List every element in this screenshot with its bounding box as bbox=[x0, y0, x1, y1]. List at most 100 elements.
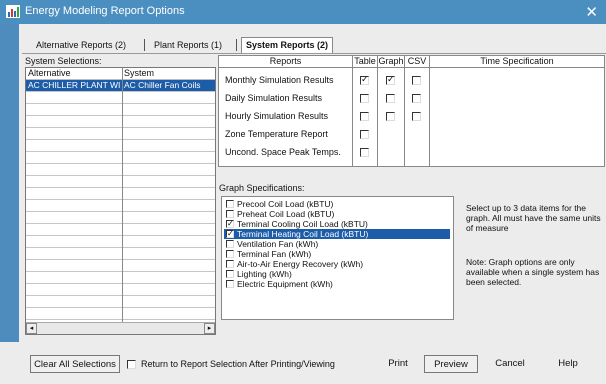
graph-spec-checkbox[interactable] bbox=[226, 270, 234, 278]
list-item[interactable] bbox=[26, 152, 215, 164]
report-row-label: Daily Simulation Results bbox=[225, 93, 323, 103]
reports-grid: Reports Table Graph CSV Time Specificati… bbox=[218, 55, 605, 167]
daily-table-checkbox[interactable] bbox=[360, 94, 369, 103]
list-item[interactable] bbox=[26, 260, 215, 272]
system-cell: AC Chiller Fan Coils bbox=[124, 80, 201, 90]
list-item[interactable] bbox=[26, 212, 215, 224]
report-row-label: Uncond. Space Peak Temps. bbox=[225, 147, 341, 157]
column-header-alternative[interactable]: Alternative bbox=[28, 68, 71, 78]
time-spec-column-header: Time Specification bbox=[480, 56, 554, 66]
daily-csv-checkbox[interactable] bbox=[412, 94, 421, 103]
list-item[interactable] bbox=[26, 284, 215, 296]
cancel-button[interactable]: Cancel bbox=[483, 355, 537, 373]
graph-spec-checkbox[interactable] bbox=[226, 260, 234, 268]
report-options-window: Energy Modeling Report Options ✕ Alterna… bbox=[0, 0, 606, 384]
return-to-report-label: Return to Report Selection After Printin… bbox=[141, 359, 335, 369]
scroll-left-icon[interactable]: ◂ bbox=[26, 323, 37, 334]
tab-system-reports[interactable]: System Reports (2) bbox=[241, 37, 334, 53]
tab-underline bbox=[22, 53, 606, 54]
report-row-label: Monthly Simulation Results bbox=[225, 75, 334, 85]
list-item[interactable] bbox=[26, 104, 215, 116]
column-divider[interactable] bbox=[122, 68, 123, 322]
tab-plant-reports[interactable]: Plant Reports (1) bbox=[154, 38, 222, 52]
csv-column-header: CSV bbox=[407, 56, 427, 66]
tab-alternative-reports[interactable]: Alternative Reports (2) bbox=[36, 38, 126, 52]
close-icon[interactable]: ✕ bbox=[585, 3, 598, 21]
system-selections-list[interactable]: Alternative System AC CHILLER PLANT WI A… bbox=[25, 67, 216, 335]
graph-spec-item[interactable]: ✓ Terminal Cooling Coil Load (kBTU) bbox=[224, 219, 450, 229]
list-item[interactable] bbox=[26, 296, 215, 308]
tab-separator bbox=[236, 39, 237, 51]
help-button[interactable]: Help bbox=[541, 355, 595, 373]
list-item[interactable] bbox=[26, 224, 215, 236]
preview-button[interactable]: Preview bbox=[424, 355, 478, 373]
grid-divider bbox=[404, 56, 405, 166]
reports-column-header: Reports bbox=[269, 56, 302, 66]
report-row-label: Hourly Simulation Results bbox=[225, 111, 329, 121]
graph-spec-checkbox[interactable]: ✓ bbox=[226, 230, 234, 238]
list-item[interactable] bbox=[26, 140, 215, 152]
list-item[interactable] bbox=[26, 248, 215, 260]
graph-spec-item[interactable]: Preheat Coil Load (kBTU) bbox=[224, 209, 450, 219]
column-header-system[interactable]: System bbox=[124, 68, 154, 78]
list-item[interactable] bbox=[26, 128, 215, 140]
graph-spec-checkbox[interactable] bbox=[226, 280, 234, 288]
window-title: Energy Modeling Report Options bbox=[25, 5, 185, 17]
hourly-csv-checkbox[interactable] bbox=[412, 112, 421, 121]
return-to-report-checkbox[interactable] bbox=[127, 360, 136, 369]
monthly-table-checkbox[interactable]: ✓ bbox=[360, 76, 369, 85]
left-sidebar bbox=[0, 24, 19, 342]
list-item[interactable] bbox=[26, 164, 215, 176]
graph-spec-checkbox[interactable]: ✓ bbox=[226, 220, 234, 228]
graph-spec-item[interactable]: Terminal Fan (kWh) bbox=[224, 249, 450, 259]
report-row-label: Zone Temperature Report bbox=[225, 129, 328, 139]
list-item[interactable] bbox=[26, 176, 215, 188]
graph-help-text: Select up to 3 data items for the graph.… bbox=[466, 203, 601, 233]
graph-spec-item[interactable]: Lighting (kWh) bbox=[224, 269, 450, 279]
list-item[interactable] bbox=[26, 200, 215, 212]
list-item[interactable] bbox=[26, 272, 215, 284]
graph-spec-item[interactable]: Ventilation Fan (kWh) bbox=[224, 239, 450, 249]
clear-all-button[interactable]: Clear All Selections bbox=[30, 355, 120, 373]
footer-bar: Clear All Selections Return to Report Se… bbox=[22, 355, 606, 375]
grid-divider bbox=[377, 56, 378, 166]
app-icon bbox=[6, 5, 20, 18]
graph-spec-checkbox[interactable] bbox=[226, 240, 234, 248]
graph-specifications-list[interactable]: Precool Coil Load (kBTU) Preheat Coil Lo… bbox=[221, 196, 454, 320]
grid-divider bbox=[352, 56, 353, 166]
scroll-right-icon[interactable]: ▸ bbox=[204, 323, 215, 334]
graph-spec-item[interactable]: Air-to-Air Energy Recovery (kWh) bbox=[224, 259, 450, 269]
reports-grid-header: Reports Table Graph CSV Time Specificati… bbox=[219, 56, 604, 68]
list-item[interactable] bbox=[26, 308, 215, 320]
graph-note-text: Note: Graph options are only available w… bbox=[466, 257, 600, 287]
list-item[interactable]: AC CHILLER PLANT WI AC Chiller Fan Coils bbox=[26, 80, 215, 92]
list-item[interactable] bbox=[26, 188, 215, 200]
title-bar: Energy Modeling Report Options ✕ bbox=[0, 0, 606, 24]
graph-spec-item[interactable]: Precool Coil Load (kBTU) bbox=[224, 199, 450, 209]
daily-graph-checkbox[interactable] bbox=[386, 94, 395, 103]
graph-spec-item[interactable]: Electric Equipment (kWh) bbox=[224, 279, 450, 289]
graph-spec-checkbox[interactable] bbox=[226, 210, 234, 218]
graph-spec-checkbox[interactable] bbox=[226, 200, 234, 208]
horizontal-scrollbar[interactable]: ◂ ▸ bbox=[26, 322, 215, 334]
list-item[interactable] bbox=[26, 92, 215, 104]
list-header: Alternative System bbox=[26, 68, 215, 80]
graph-column-header: Graph bbox=[378, 56, 404, 66]
monthly-graph-checkbox[interactable]: ✓ bbox=[386, 76, 395, 85]
list-item[interactable] bbox=[26, 116, 215, 128]
list-item[interactable] bbox=[26, 236, 215, 248]
hourly-table-checkbox[interactable] bbox=[360, 112, 369, 121]
print-button[interactable]: Print bbox=[376, 355, 420, 373]
graph-spec-item[interactable]: ✓ Terminal Heating Coil Load (kBTU) bbox=[224, 229, 450, 239]
graph-spec-checkbox[interactable] bbox=[226, 250, 234, 258]
graph-specifications-label: Graph Specifications: bbox=[219, 183, 305, 193]
tab-separator bbox=[144, 39, 145, 51]
alternative-cell: AC CHILLER PLANT WI bbox=[28, 80, 121, 90]
table-column-header: Table bbox=[354, 56, 376, 66]
zone-temp-table-checkbox[interactable] bbox=[360, 130, 369, 139]
system-selections-label: System Selections: bbox=[25, 56, 102, 66]
hourly-graph-checkbox[interactable] bbox=[386, 112, 395, 121]
grid-divider bbox=[429, 56, 430, 166]
peak-temps-table-checkbox[interactable] bbox=[360, 148, 369, 157]
monthly-csv-checkbox[interactable] bbox=[412, 76, 421, 85]
